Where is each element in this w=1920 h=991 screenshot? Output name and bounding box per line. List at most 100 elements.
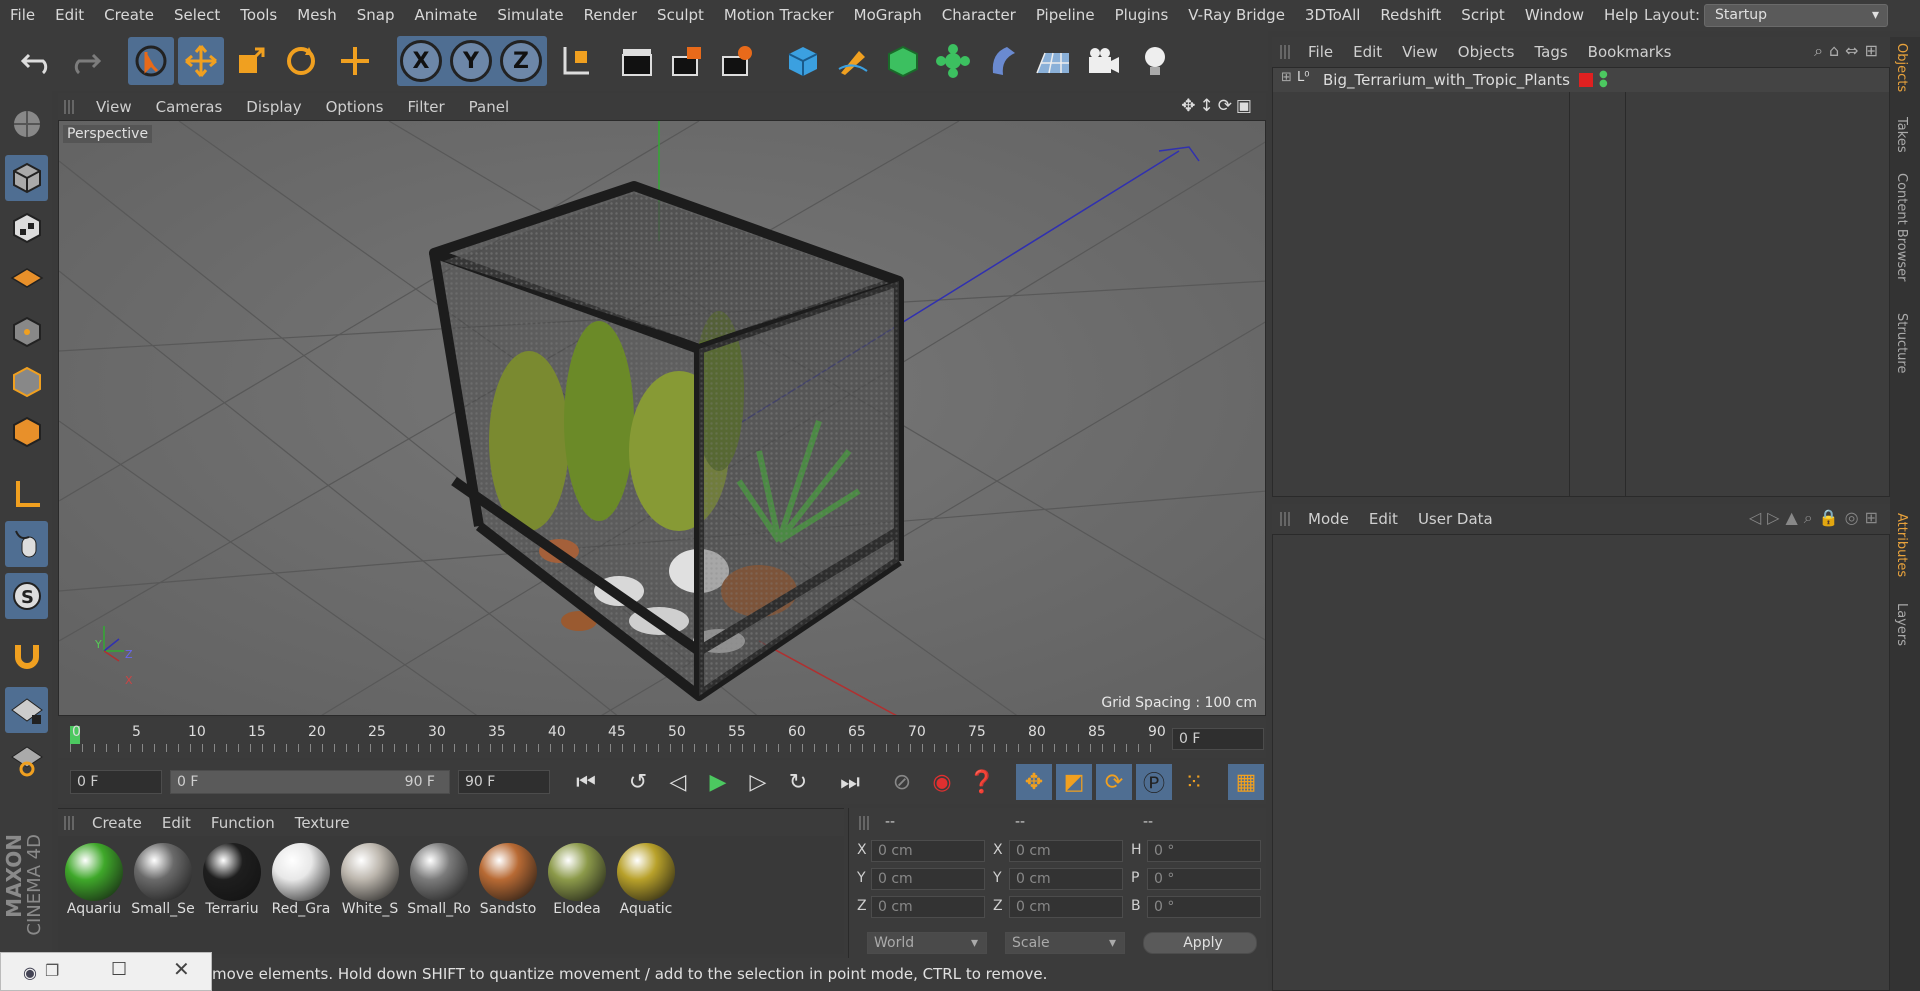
coord-value-field[interactable]: 0 ° — [1147, 868, 1261, 890]
menu-snap[interactable]: Snap — [347, 0, 405, 31]
render-picture-viewer-button[interactable] — [664, 37, 710, 85]
material-swatch[interactable]: Small_Se — [131, 840, 195, 926]
undo-button[interactable] — [14, 37, 60, 85]
menu-tools[interactable]: Tools — [230, 0, 287, 31]
menu-create[interactable]: Create — [94, 0, 164, 31]
drag-handle-icon[interactable] — [64, 815, 76, 830]
coord-value-field[interactable]: 0 cm — [1009, 868, 1123, 890]
attributes-tool-icons[interactable]: ◁▷▲⌕🔒◎⊞ — [1749, 508, 1884, 528]
perspective-viewport[interactable]: Y Z X Perspective Grid Spacing : 100 cm — [58, 120, 1266, 716]
y-axis-button[interactable]: Y — [448, 37, 494, 85]
visibility-dots-icon[interactable]: ● ● — [1599, 70, 1608, 89]
material-swatch[interactable]: Terrariu — [200, 840, 264, 926]
z-axis-button[interactable]: Z — [498, 37, 544, 85]
move-tool-button[interactable] — [178, 37, 224, 85]
viewport-menu-view[interactable]: View — [84, 98, 144, 116]
key-position-button[interactable]: ✥ — [1016, 764, 1052, 800]
tab-objects[interactable]: Objects — [1894, 43, 1909, 92]
light-button[interactable] — [1132, 37, 1178, 85]
viewport-menu-cameras[interactable]: Cameras — [144, 98, 235, 116]
record-keys-button[interactable]: ⊘ — [884, 764, 920, 800]
menu-window[interactable]: Window — [1515, 0, 1594, 31]
edges-mode-button[interactable] — [5, 359, 48, 405]
menu-pipeline[interactable]: Pipeline — [1026, 0, 1105, 31]
coord-scale-select[interactable]: Scale ▾ — [1005, 932, 1125, 954]
tweak-mode-button[interactable] — [5, 521, 48, 567]
objects-menu-file[interactable]: File — [1298, 43, 1343, 61]
material-menu-function[interactable]: Function — [201, 814, 285, 832]
key-parameter-button[interactable]: Ⓟ — [1136, 764, 1172, 800]
drag-handle-icon[interactable] — [859, 816, 871, 830]
material-menu-create[interactable]: Create — [82, 814, 152, 832]
previous-key-button[interactable]: ↺ — [620, 764, 656, 800]
coord-value-field[interactable]: 0 ° — [1147, 840, 1261, 862]
play-button[interactable]: ▶ — [700, 764, 736, 800]
drag-handle-icon[interactable] — [1280, 45, 1292, 59]
material-swatch[interactable]: Elodea — [545, 840, 609, 926]
tab-layers[interactable]: Layers — [1894, 603, 1909, 646]
timeline-window-button[interactable]: ▦ — [1228, 764, 1264, 800]
key-rotation-button[interactable]: ⟳ — [1096, 764, 1132, 800]
drag-handle-icon[interactable] — [1280, 512, 1292, 526]
menu-help[interactable]: Help — [1594, 0, 1648, 31]
apply-button[interactable]: Apply — [1143, 932, 1257, 954]
current-frame-field[interactable]: 0 F — [1172, 728, 1264, 750]
viewport-menu-panel[interactable]: Panel — [457, 98, 521, 116]
tab-takes[interactable]: Takes — [1894, 117, 1909, 153]
objects-menu-view[interactable]: View — [1392, 43, 1448, 61]
make-editable-button[interactable] — [5, 101, 48, 147]
render-view-button[interactable] — [614, 37, 660, 85]
tab-attributes[interactable]: Attributes — [1894, 513, 1909, 577]
cloner-button[interactable] — [930, 37, 976, 85]
viewport-menu-filter[interactable]: Filter — [395, 98, 456, 116]
menu-motion-tracker[interactable]: Motion Tracker — [714, 0, 844, 31]
x-axis-button[interactable]: X — [398, 37, 444, 85]
viewport-menu-options[interactable]: Options — [314, 98, 396, 116]
next-frame-button[interactable]: ▷ — [740, 764, 776, 800]
object-name[interactable]: Big_Terrarium_with_Tropic_Plants — [1323, 71, 1570, 89]
go-to-end-button[interactable]: ⏭ — [832, 764, 868, 800]
keyframe-selection-button[interactable]: ❓ — [964, 764, 1000, 800]
polygons-mode-button[interactable] — [5, 409, 48, 455]
render-settings-button[interactable] — [714, 37, 760, 85]
rotate-tool-button[interactable] — [278, 37, 324, 85]
coordinate-system-button[interactable] — [552, 37, 598, 85]
coord-value-field[interactable]: 0 cm — [871, 868, 985, 890]
viewport-menu-display[interactable]: Display — [234, 98, 313, 116]
menu-redshift[interactable]: Redshift — [1370, 0, 1451, 31]
coord-value-field[interactable]: 0 cm — [871, 896, 985, 918]
points-mode-button[interactable] — [5, 309, 48, 355]
attributes-menu-mode[interactable]: Mode — [1298, 510, 1359, 528]
workplane-lock-button[interactable] — [5, 687, 48, 733]
menu-mesh[interactable]: Mesh — [287, 0, 347, 31]
material-swatch[interactable]: Red_Gra — [269, 840, 333, 926]
attributes-menu-edit[interactable]: Edit — [1359, 510, 1408, 528]
material-swatch[interactable]: Aquatic — [614, 840, 678, 926]
pen-spline-button[interactable] — [830, 37, 876, 85]
menu-mograph[interactable]: MoGraph — [844, 0, 932, 31]
preview-range-slider[interactable]: 0 F 90 F — [170, 770, 450, 794]
object-manager-tool-icons[interactable]: ⌕⌂⇔⊞ — [1814, 41, 1884, 61]
viewport-nav-icons[interactable]: ✥↕⟳▣ — [1181, 96, 1256, 116]
live-selection-button[interactable] — [128, 37, 174, 85]
start-frame-field[interactable]: 0 F — [70, 770, 162, 794]
go-to-start-button[interactable]: ⏮ — [568, 764, 604, 800]
restore-icon[interactable]: ❐ — [45, 961, 59, 980]
key-scale-button[interactable]: ◩ — [1056, 764, 1092, 800]
menu-character[interactable]: Character — [932, 0, 1026, 31]
material-swatch[interactable]: Sandsto — [476, 840, 540, 926]
menu-edit[interactable]: Edit — [45, 0, 94, 31]
expand-icon[interactable]: ⊞ — [1281, 70, 1292, 85]
transform-tool-button[interactable] — [332, 37, 378, 85]
objects-menu-objects[interactable]: Objects — [1448, 43, 1525, 61]
tab-content-browser[interactable]: Content Browser — [1894, 173, 1909, 282]
axis-mode-button[interactable] — [5, 471, 48, 517]
floor-button[interactable] — [1030, 37, 1076, 85]
next-key-button[interactable]: ↻ — [780, 764, 816, 800]
coord-value-field[interactable]: 0 cm — [871, 840, 985, 862]
material-swatch[interactable]: Small_Ro — [407, 840, 471, 926]
coord-value-field[interactable]: 0 cm — [1009, 840, 1123, 862]
layout-select[interactable]: Startup ▾ — [1704, 4, 1888, 27]
tab-structure[interactable]: Structure — [1894, 313, 1909, 373]
menu-file[interactable]: File — [0, 0, 45, 31]
